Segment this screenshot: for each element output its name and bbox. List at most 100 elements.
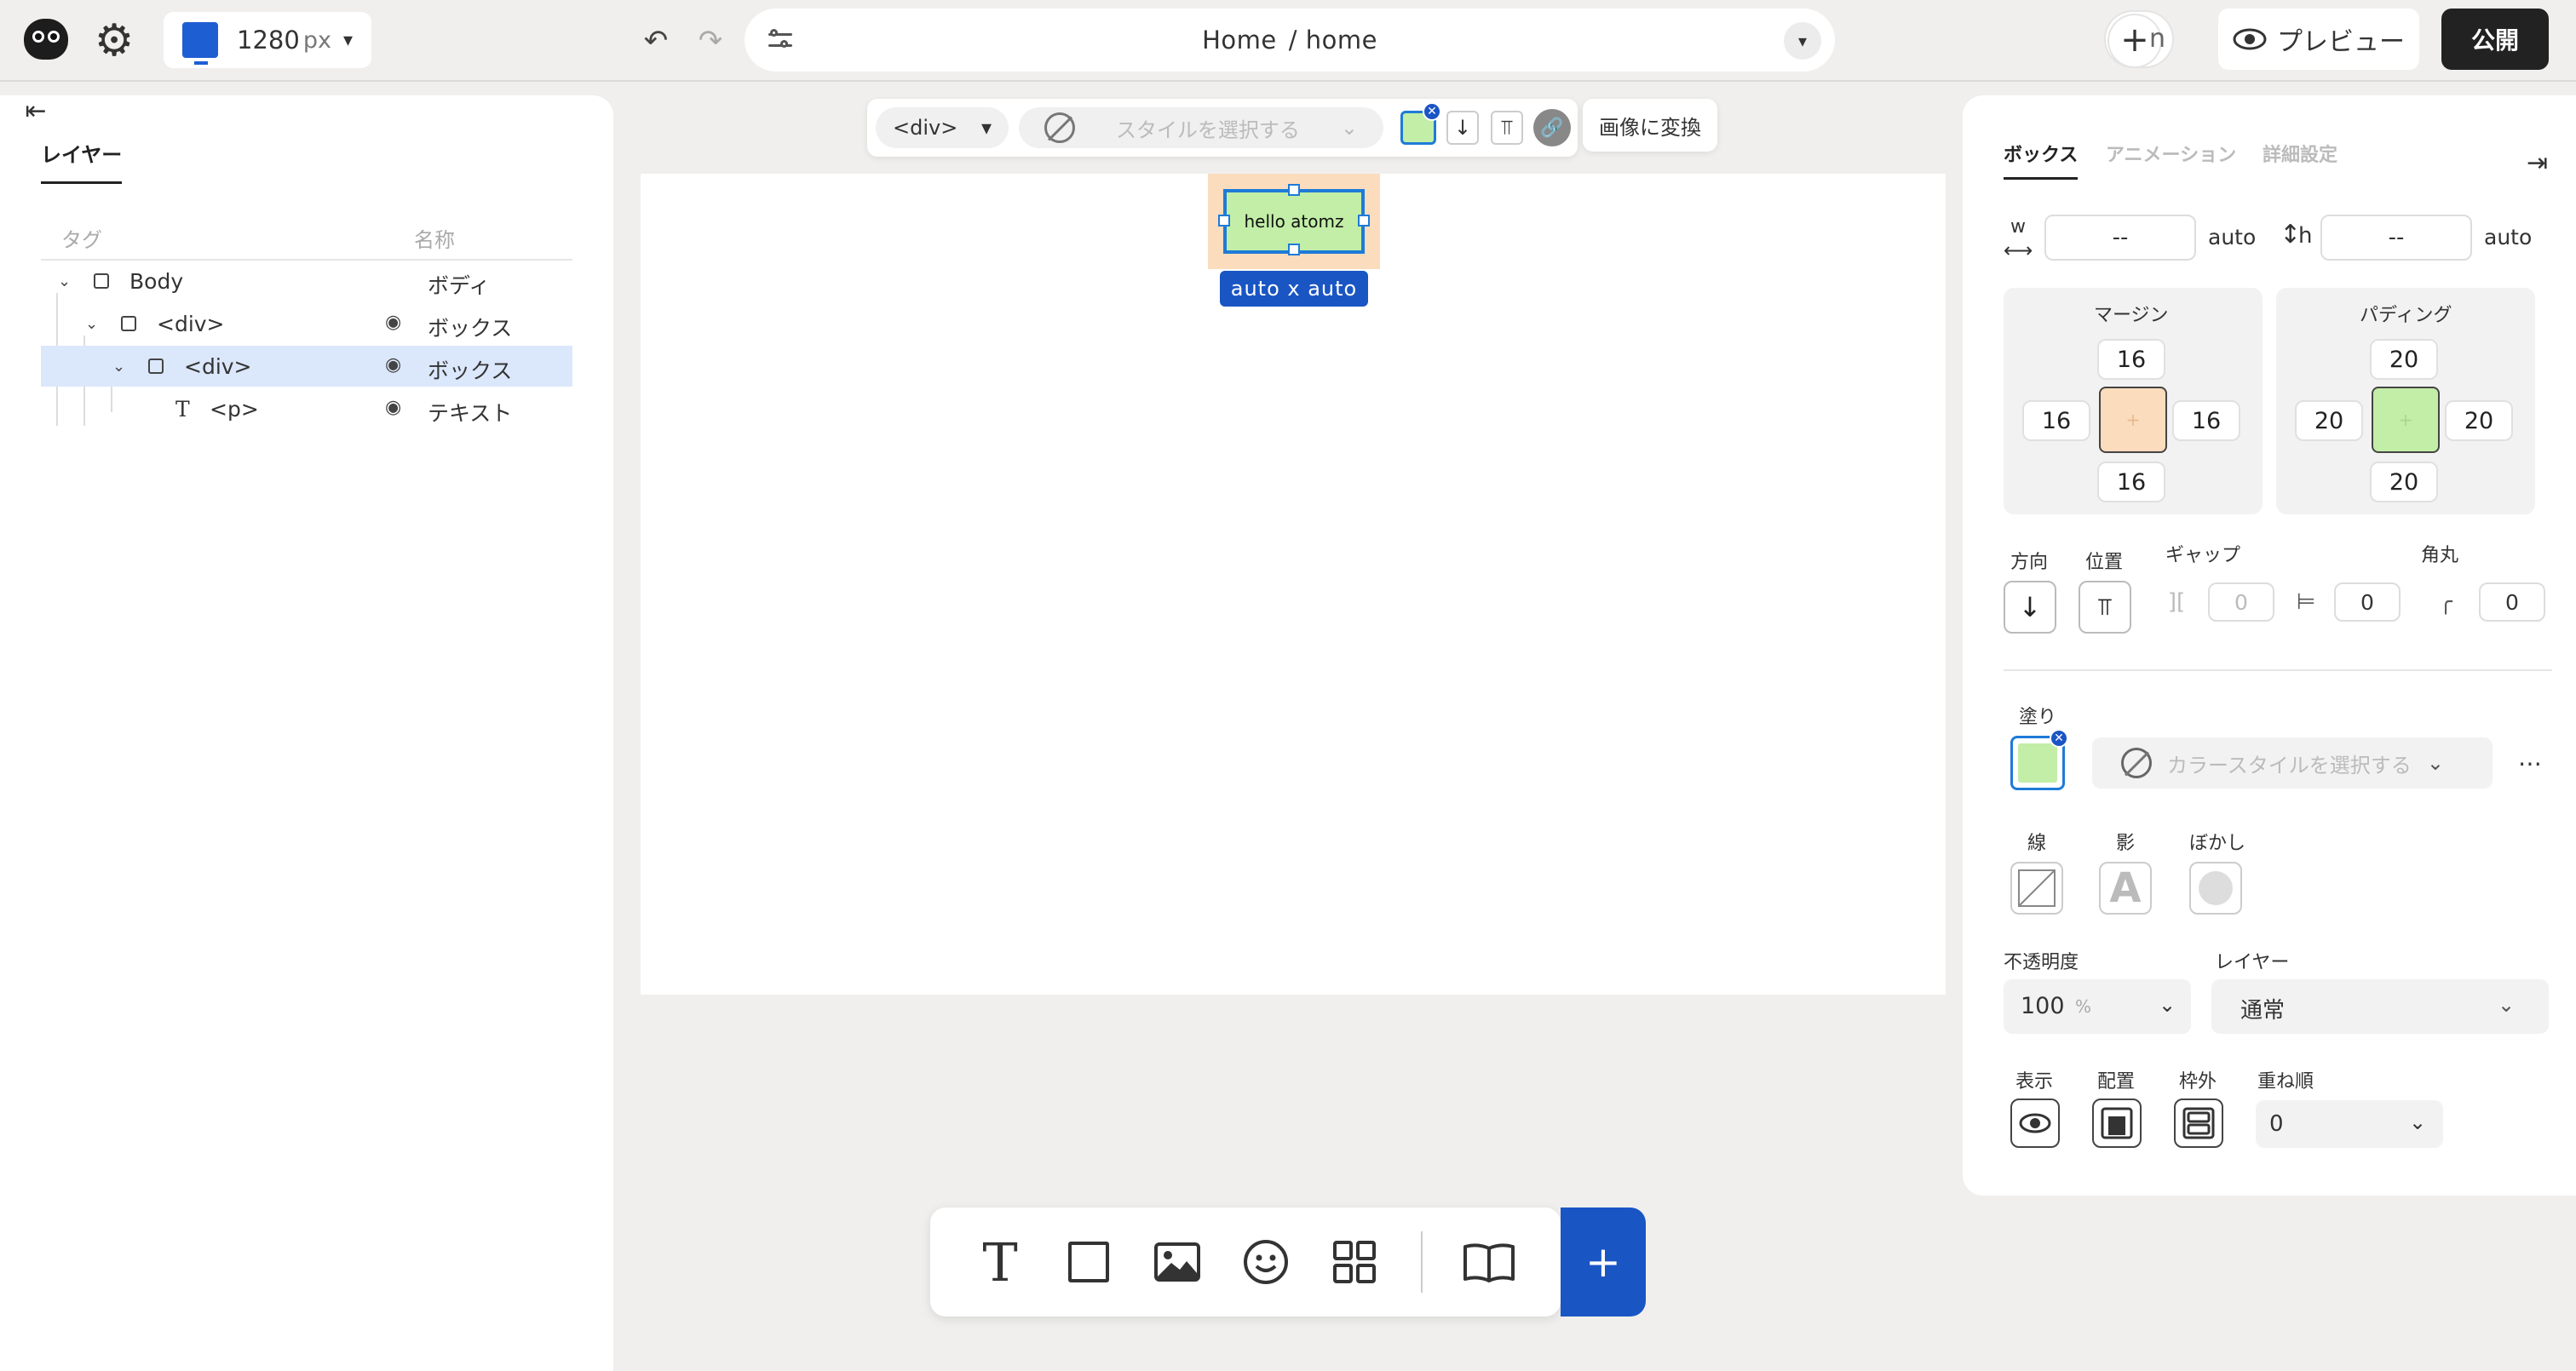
- margin-preview-box: +: [2099, 387, 2167, 453]
- viewport-width-value: 1280: [237, 26, 300, 54]
- overflow-icon[interactable]: [2174, 1099, 2223, 1148]
- tab-advanced[interactable]: 詳細設定: [2263, 140, 2337, 167]
- zindex-select[interactable]: 0 ⌄: [2256, 1100, 2443, 1148]
- viewport-width-select[interactable]: 1280 px ▾: [164, 12, 371, 68]
- emoji-tool-icon[interactable]: [1237, 1233, 1295, 1291]
- direction-down-icon[interactable]: ↓: [2004, 581, 2056, 634]
- column-gap-icon: ][: [2167, 589, 2186, 615]
- column-header-tag: タグ: [61, 228, 102, 252]
- invite-user-button[interactable]: + n: [2104, 10, 2174, 68]
- padding-top-input[interactable]: 20: [2370, 339, 2438, 380]
- preview-button[interactable]: プレビュー: [2218, 9, 2419, 70]
- row-gap-icon: ⊨: [2296, 589, 2316, 615]
- layer-name: ボックス: [428, 316, 513, 341]
- tag-select[interactable]: <div> ▾: [876, 107, 1009, 148]
- layer-name: ボディ: [428, 273, 491, 298]
- row-gap-input[interactable]: 0: [2334, 582, 2401, 622]
- publish-button[interactable]: 公開: [2441, 9, 2549, 70]
- align-top-icon[interactable]: ⫪: [2079, 581, 2131, 634]
- viewport-width-unit: px: [302, 26, 331, 54]
- tab-box[interactable]: ボックス: [2004, 140, 2079, 180]
- layer-row-p[interactable]: T <p> ◉ テキスト: [41, 388, 572, 429]
- padding-left-input[interactable]: 20: [2295, 400, 2363, 441]
- stroke-none-icon[interactable]: [2010, 862, 2063, 915]
- convert-to-image-button[interactable]: 画像に変換: [1583, 99, 1717, 152]
- components-tool-icon[interactable]: [1325, 1233, 1383, 1291]
- padding-right-input[interactable]: 20: [2445, 400, 2513, 441]
- direction-down-icon[interactable]: ↓: [1446, 111, 1479, 145]
- margin-label: マージン: [2094, 305, 2169, 326]
- text-tool-icon[interactable]: T: [971, 1231, 1029, 1294]
- layer-row-div-selected[interactable]: ⌄ <div> ◉ ボックス: [41, 346, 572, 387]
- eye-icon: [2233, 28, 2267, 50]
- chevron-down-icon: ⌄: [2409, 1110, 2427, 1134]
- tab-animation[interactable]: アニメーション: [2106, 140, 2236, 167]
- app-logo-icon[interactable]: [24, 19, 68, 60]
- eye-icon[interactable]: ◉: [385, 397, 401, 418]
- margin-bottom-input[interactable]: 16: [2097, 462, 2165, 502]
- library-book-icon[interactable]: [1460, 1233, 1518, 1291]
- blend-layer-select[interactable]: 通常 ⌄: [2211, 979, 2549, 1034]
- remove-fill-icon[interactable]: ✕: [1423, 102, 1441, 121]
- chevron-down-icon[interactable]: ⌄: [112, 358, 125, 376]
- collapse-panel-icon[interactable]: ⇤: [19, 94, 53, 128]
- align-top-icon[interactable]: ⫪: [1491, 111, 1523, 145]
- layer-tag: <div>: [184, 354, 252, 379]
- tab-layers[interactable]: レイヤー: [41, 138, 123, 184]
- undo-icon[interactable]: ↶: [635, 20, 676, 61]
- page-dropdown-chevron-icon[interactable]: ▾: [1784, 22, 1821, 60]
- layer-tag: Body: [129, 269, 184, 294]
- section-divider: [2004, 669, 2552, 671]
- remove-fill-icon[interactable]: ✕: [2050, 729, 2068, 748]
- radius-label: 角丸: [2421, 545, 2459, 566]
- blur-label: ぼかし: [2189, 833, 2246, 854]
- padding-bottom-input[interactable]: 20: [2370, 462, 2438, 502]
- blur-icon[interactable]: [2189, 862, 2242, 915]
- position-label: 位置: [2085, 552, 2124, 573]
- collapse-panel-icon[interactable]: ⇥: [2527, 148, 2548, 178]
- margin-top-input[interactable]: 16: [2097, 339, 2165, 380]
- more-options-icon[interactable]: ⋯: [2511, 744, 2549, 782]
- resize-handle-top[interactable]: [1288, 184, 1300, 196]
- page-url-bar[interactable]: Home / home ▾: [745, 9, 1835, 72]
- image-tool-icon[interactable]: [1148, 1233, 1206, 1291]
- link-icon[interactable]: 🔗: [1533, 109, 1571, 146]
- overflow-label: 枠外: [2179, 1071, 2217, 1093]
- eye-icon[interactable]: ◉: [385, 312, 401, 333]
- resize-handle-bottom[interactable]: [1288, 244, 1300, 255]
- no-style-icon: [2121, 748, 2152, 778]
- monitor-icon: [182, 22, 219, 65]
- width-input[interactable]: --: [2044, 215, 2196, 261]
- redo-icon[interactable]: ↷: [690, 20, 731, 61]
- style-select[interactable]: スタイルを選択する ⌄: [1019, 107, 1383, 148]
- margin-left-input[interactable]: 16: [2022, 400, 2090, 441]
- tag-select-value: <div>: [893, 116, 958, 140]
- width-mode[interactable]: auto: [2208, 225, 2256, 250]
- height-input[interactable]: --: [2320, 215, 2472, 261]
- chevron-down-icon: ▾: [980, 116, 992, 140]
- opacity-select[interactable]: 100 % ⌄: [2004, 979, 2191, 1034]
- chevron-down-icon[interactable]: ⌄: [58, 272, 71, 290]
- add-element-button[interactable]: +: [1561, 1208, 1646, 1317]
- chevron-down-icon[interactable]: ⌄: [85, 315, 98, 333]
- column-gap-input[interactable]: 0: [2208, 582, 2274, 622]
- settings-gear-icon[interactable]: ⚙: [90, 17, 138, 65]
- corner-radius-icon: ╭: [2439, 589, 2452, 615]
- resize-handle-left[interactable]: [1218, 215, 1230, 227]
- preview-label: プレビュー: [2277, 27, 2405, 57]
- resize-handle-right[interactable]: [1358, 215, 1370, 227]
- corner-radius-input[interactable]: 0: [2479, 582, 2545, 622]
- placement-icon[interactable]: [2092, 1099, 2142, 1148]
- opacity-value: 100: [2021, 993, 2065, 1019]
- layer-row-body[interactable]: ⌄ Body ボディ: [41, 261, 572, 301]
- layer-row-div[interactable]: ⌄ <div> ◉ ボックス: [41, 303, 572, 344]
- text-shadow-icon[interactable]: A: [2099, 862, 2152, 915]
- color-style-select[interactable]: カラースタイルを選択する ⌄: [2092, 737, 2493, 789]
- visibility-eye-icon[interactable]: [2010, 1099, 2060, 1148]
- box-icon: [121, 316, 136, 331]
- eye-icon[interactable]: ◉: [385, 354, 401, 376]
- column-header-name: 名称: [414, 228, 455, 252]
- box-tool-icon[interactable]: [1060, 1233, 1118, 1291]
- height-mode[interactable]: auto: [2484, 225, 2532, 250]
- margin-right-input[interactable]: 16: [2172, 400, 2240, 441]
